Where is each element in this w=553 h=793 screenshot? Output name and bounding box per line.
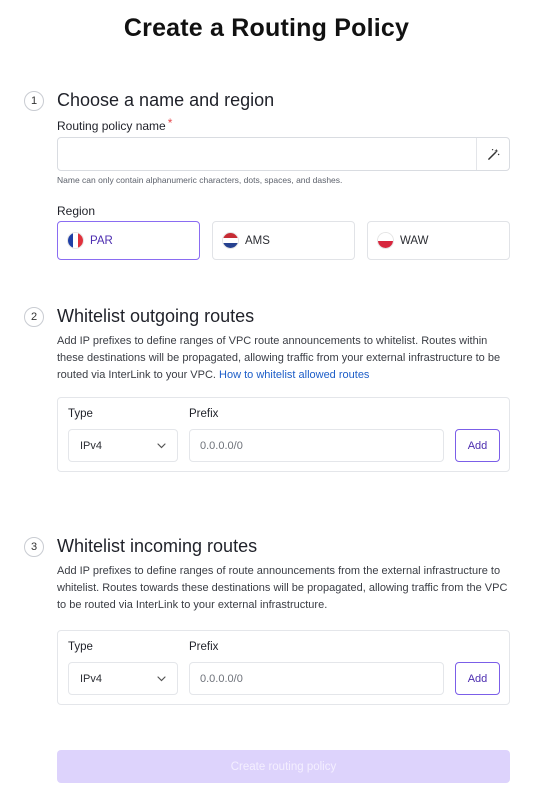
- required-marker: *: [167, 116, 173, 130]
- step-number-3: 3: [24, 537, 44, 557]
- step-number-2: 2: [24, 307, 44, 327]
- outgoing-routes-form: Type Prefix IPv4 Add: [57, 397, 510, 472]
- step-number-1: 1: [24, 91, 44, 111]
- poland-flag-icon: [377, 232, 394, 249]
- incoming-routes-form: Type Prefix IPv4 Add: [57, 630, 510, 705]
- routing-policy-name-label-text: Routing policy name: [57, 119, 166, 133]
- type-label: Type: [68, 408, 93, 420]
- routing-policy-name-field[interactable]: [57, 137, 510, 171]
- step-title-name-region: Choose a name and region: [57, 90, 275, 110]
- outgoing-prefix-field[interactable]: [189, 429, 444, 462]
- region-code: WAW: [400, 234, 429, 247]
- region-option-waw[interactable]: WAW: [367, 221, 510, 260]
- incoming-prefix-input[interactable]: [200, 672, 433, 685]
- france-flag-icon: [67, 232, 84, 249]
- magic-wand-icon: [487, 148, 499, 160]
- region-code: AMS: [245, 234, 270, 247]
- prefix-label: Prefix: [189, 408, 219, 420]
- chevron-down-icon: [157, 442, 166, 448]
- region-label: Region: [57, 204, 96, 218]
- routing-policy-name-label: Routing policy name *: [57, 116, 173, 133]
- region-option-par[interactable]: PAR: [57, 221, 200, 260]
- netherlands-flag-icon: [222, 232, 239, 249]
- incoming-add-button[interactable]: Add: [455, 662, 500, 695]
- generate-name-button[interactable]: [476, 138, 509, 170]
- chevron-down-icon: [157, 675, 166, 681]
- create-routing-policy-button[interactable]: Create routing policy: [57, 750, 510, 783]
- outgoing-type-select[interactable]: IPv4: [68, 429, 178, 462]
- outgoing-add-button[interactable]: Add: [455, 429, 500, 462]
- region-code: PAR: [90, 234, 113, 247]
- type-select-value: IPv4: [80, 672, 103, 685]
- incoming-routes-description: Add IP prefixes to define ranges of rout…: [57, 565, 508, 611]
- whitelist-help-link[interactable]: How to whitelist allowed routes: [219, 369, 369, 381]
- outgoing-routes-description: Add IP prefixes to define ranges of VPC …: [57, 333, 517, 384]
- type-select-value: IPv4: [80, 439, 103, 452]
- routing-policy-name-input[interactable]: [66, 147, 501, 161]
- step-title-incoming-routes: Whitelist incoming routes: [57, 536, 258, 556]
- step-title-outgoing-routes: Whitelist outgoing routes: [57, 306, 255, 326]
- prefix-label: Prefix: [189, 641, 219, 653]
- type-label: Type: [68, 641, 93, 653]
- incoming-type-select[interactable]: IPv4: [68, 662, 178, 695]
- region-option-ams[interactable]: AMS: [212, 221, 355, 260]
- page-title: Create a Routing Policy: [123, 14, 410, 42]
- outgoing-prefix-input[interactable]: [200, 439, 433, 452]
- incoming-prefix-field[interactable]: [189, 662, 444, 695]
- name-helper-text: Name can only contain alphanumeric chara…: [57, 175, 343, 185]
